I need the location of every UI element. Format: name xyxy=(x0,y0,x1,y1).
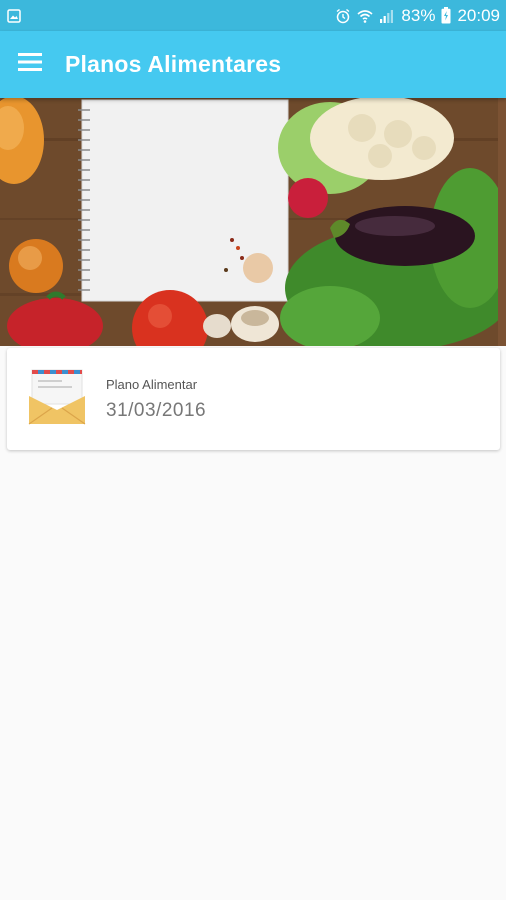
envelope-icon xyxy=(28,368,86,431)
signal-icon xyxy=(379,8,395,24)
alarm-icon xyxy=(335,8,351,24)
plan-label: Plano Alimentar xyxy=(106,376,198,392)
menu-button[interactable] xyxy=(0,31,60,98)
battery-percentage: 83% xyxy=(401,5,436,25)
plan-date: 31/03/2016 xyxy=(106,399,207,421)
hero-banner-image xyxy=(0,98,506,346)
wifi-icon xyxy=(357,8,373,24)
app-bar: Planos Alimentares xyxy=(0,31,506,98)
battery-icon xyxy=(441,7,451,24)
hamburger-menu-icon xyxy=(18,53,42,76)
image-notification-icon xyxy=(7,8,21,23)
list-item-plano-alimentar[interactable]: Plano Alimentar 31/03/2016 xyxy=(7,348,500,450)
status-bar: 83% 20:09 xyxy=(0,0,506,31)
page-title: Planos Alimentares xyxy=(65,51,282,77)
clock: 20:09 xyxy=(457,5,500,25)
